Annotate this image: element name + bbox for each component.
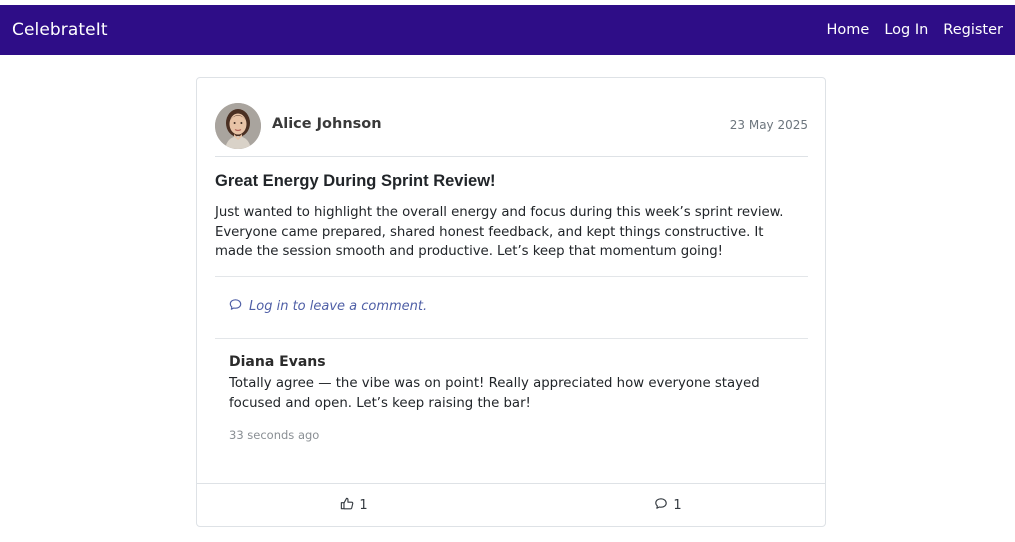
comment-button[interactable]: 1	[511, 484, 825, 526]
post-actions: 1 1	[197, 483, 825, 526]
post-date: 23 May 2025	[729, 118, 808, 132]
divider	[215, 338, 808, 339]
post-title: Great Energy During Sprint Review!	[215, 172, 496, 190]
brand-logo[interactable]: CelebrateIt	[12, 20, 108, 40]
navbar: CelebrateIt Home Log In Register	[0, 5, 1015, 55]
comment-text: Totally agree — the vibe was on point! R…	[229, 376, 760, 411]
chat-bubble-icon	[229, 298, 249, 315]
post-body: Just wanted to highlight the overall ene…	[215, 205, 784, 260]
nav-home-link[interactable]: Home	[826, 22, 869, 38]
comment-item: Diana Evans Totally agree — the vibe was…	[229, 354, 789, 442]
thumbs-up-icon	[340, 497, 359, 514]
login-to-comment-link[interactable]: Log in to leave a comment.	[229, 298, 427, 315]
post-card: Alice Johnson 23 May 2025 Great Energy D…	[196, 77, 826, 527]
comment-author: Diana Evans	[229, 354, 326, 370]
chat-bubble-icon	[654, 497, 673, 514]
like-count: 1	[359, 497, 368, 513]
nav-links: Home Log In Register	[811, 22, 1003, 38]
post-header: Alice Johnson 23 May 2025	[215, 103, 808, 157]
nav-login-link[interactable]: Log In	[884, 22, 928, 38]
divider	[215, 276, 808, 277]
like-button[interactable]: 1	[197, 484, 511, 526]
comment-timestamp: 33 seconds ago	[229, 428, 320, 442]
author-avatar	[215, 103, 261, 149]
login-prompt-text: Log in to leave a comment.	[249, 299, 428, 314]
post-author-name: Alice Johnson	[272, 116, 382, 132]
nav-register-link[interactable]: Register	[943, 22, 1003, 38]
comment-count: 1	[673, 497, 682, 513]
